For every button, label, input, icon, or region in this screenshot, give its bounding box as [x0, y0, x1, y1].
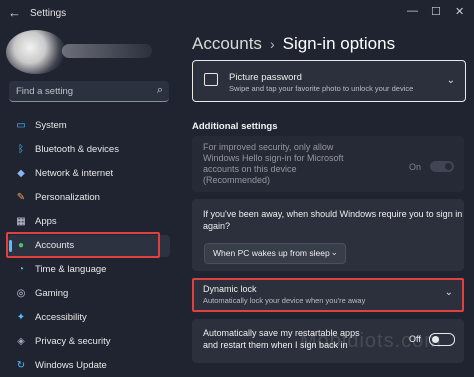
sidebar-item[interactable]: ◆ Network & internet — [8, 163, 170, 185]
sidebar-item[interactable]: ▦ Apps — [8, 211, 170, 233]
search-box[interactable]: Find a setting ⌕ — [9, 81, 169, 102]
picture-password-card[interactable]: Picture password Swipe and tap your favo… — [192, 60, 466, 102]
accounts-highlight-box — [6, 232, 160, 258]
accessibility-icon: ✦ — [16, 312, 26, 323]
breadcrumb-current: Sign-in options — [282, 34, 396, 53]
globe-clock-icon: ◔ — [17, 264, 25, 275]
picture-password-title: Picture password — [229, 72, 302, 83]
gamepad-icon: ◎ — [16, 288, 26, 299]
hello-only-toggle — [430, 161, 454, 172]
require-signin-line: If you've been away, when should Windows… — [203, 209, 463, 219]
require-signin-line: again? — [203, 221, 231, 231]
page-title: Accounts › Sign-in options — [192, 34, 395, 54]
breadcrumb-accounts[interactable]: Accounts — [192, 34, 262, 53]
title-bar: ← Settings — ☐ ✕ — [0, 0, 474, 26]
hello-only-line: accounts on this device — [203, 164, 297, 174]
sidebar-item-label: System — [35, 120, 67, 131]
hello-only-text: For improved security, only allow Window… — [203, 142, 344, 186]
require-signin-dropdown[interactable]: When PC wakes up from sleep ⌄ — [204, 243, 346, 264]
sidebar-item[interactable]: ◈ Privacy & security — [8, 331, 170, 353]
chevron-down-icon: ⌄ — [330, 247, 338, 257]
sidebar-item[interactable]: ✦ Accessibility — [8, 307, 170, 329]
maximize-icon[interactable]: ☐ — [431, 5, 441, 18]
sidebar-item-label: Network & internet — [35, 168, 114, 179]
apps-icon: ▦ — [16, 216, 26, 227]
sidebar-item-label: Personalization — [35, 192, 100, 203]
require-signin-question: If you've been away, when should Windows… — [203, 208, 462, 232]
update-icon: ↻ — [16, 360, 26, 371]
brush-icon: ✎ — [16, 192, 26, 203]
sidebar-item-label: Windows Update — [35, 360, 107, 371]
sidebar-item-label: Time & language — [35, 264, 107, 275]
picture-icon — [204, 73, 218, 86]
window-title: Settings — [30, 8, 67, 19]
hello-only-line: (Recommended) — [203, 175, 271, 185]
additional-settings-heading: Additional settings — [192, 121, 278, 132]
shield-icon: ◈ — [17, 336, 25, 347]
require-signin-selected: When PC wakes up from sleep — [213, 248, 330, 258]
picture-password-description: Swipe and tap your favorite photo to unl… — [229, 84, 414, 93]
hello-only-card: For improved security, only allow Window… — [192, 136, 464, 192]
bluetooth-icon: ᛒ — [18, 144, 24, 155]
sidebar-item[interactable]: ▭ System — [8, 115, 170, 137]
hello-only-line: Windows Hello sign-in for Microsoft — [203, 153, 344, 163]
sidebar-item-label: Accessibility — [35, 312, 87, 323]
sidebar-item[interactable]: ᛒ Bluetooth & devices — [8, 139, 170, 161]
close-icon[interactable]: ✕ — [455, 5, 464, 18]
sidebar-item[interactable]: ◎ Gaming — [8, 283, 170, 305]
sidebar-item-label: Bluetooth & devices — [35, 144, 119, 155]
hello-only-state: On — [409, 162, 422, 172]
sidebar-item[interactable]: ↻ Windows Update — [8, 355, 170, 377]
sidebar-item-label: Apps — [35, 216, 57, 227]
sidebar-item[interactable]: ✎ Personalization — [8, 187, 170, 209]
minimize-icon[interactable]: — — [407, 5, 418, 17]
search-icon[interactable]: ⌕ — [157, 84, 163, 97]
monitor-icon: ▭ — [16, 120, 26, 131]
user-name-blurred — [62, 44, 152, 58]
watermark: Mobidiots.com — [300, 330, 442, 352]
breadcrumb-separator: › — [269, 36, 275, 52]
dynamic-lock-highlight-box — [192, 278, 464, 312]
hello-only-line: For improved security, only allow — [203, 142, 334, 152]
chevron-down-icon[interactable]: ⌄ — [447, 75, 455, 86]
sidebar-item-label: Gaming — [35, 288, 69, 299]
search-input[interactable]: Find a setting — [16, 86, 73, 97]
sidebar-item[interactable]: ◔ Time & language — [8, 259, 170, 281]
back-arrow-icon[interactable]: ← — [8, 5, 21, 20]
wifi-icon: ◆ — [17, 168, 25, 179]
sidebar-item-label: Privacy & security — [35, 336, 111, 347]
avatar[interactable] — [6, 30, 66, 74]
